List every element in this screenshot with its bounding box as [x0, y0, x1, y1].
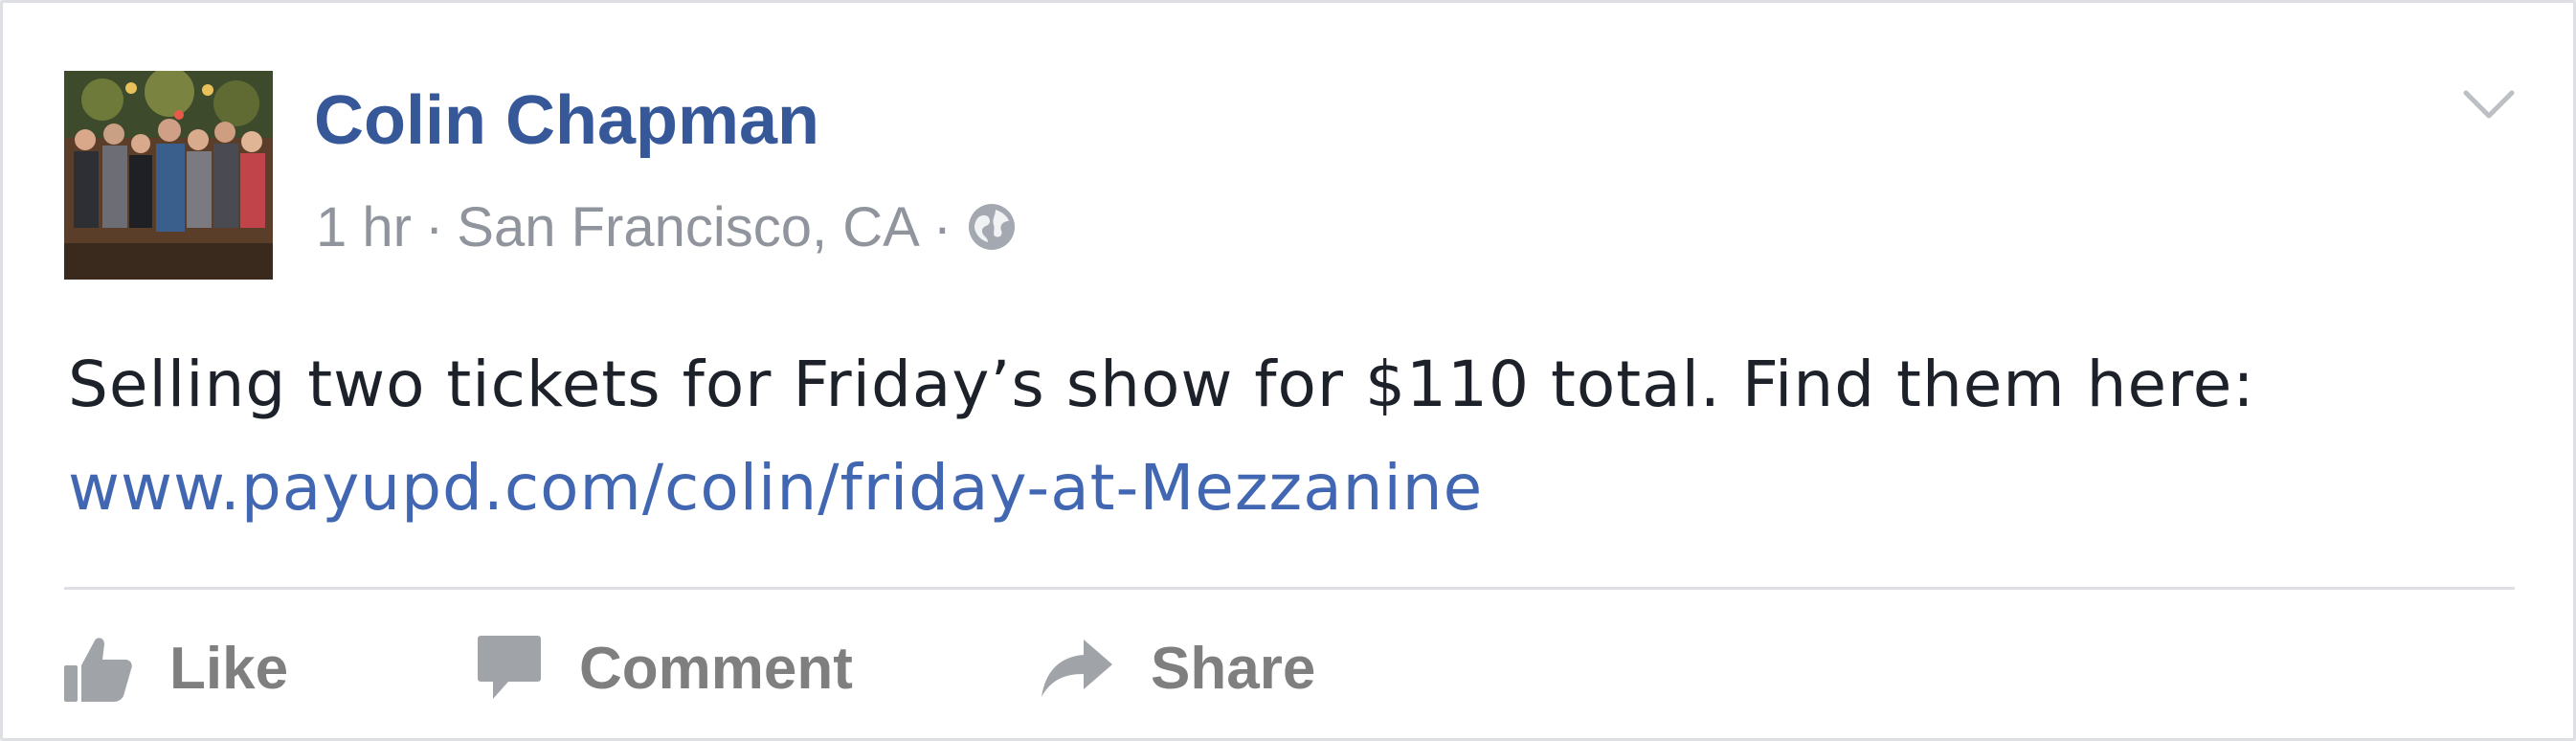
comment-icon: [476, 634, 543, 703]
like-label: Like: [169, 635, 289, 702]
post-card: Colin Chapman 1 hr · San Francisco, CA ·…: [0, 0, 2576, 741]
thumbs-up-icon: [62, 633, 133, 704]
post-meta: 1 hr · San Francisco, CA ·: [316, 187, 1017, 267]
action-bar: Like Comment Share: [3, 616, 2573, 721]
divider: [64, 587, 2515, 590]
post-link[interactable]: www.payupd.com/colin/friday-at-Mezzanine: [68, 451, 1483, 525]
avatar[interactable]: [64, 71, 273, 280]
post-text: Selling two tickets for Friday’s show fo…: [68, 333, 2270, 540]
globe-icon[interactable]: [967, 202, 1017, 252]
chevron-down-icon[interactable]: [2461, 85, 2517, 124]
comment-label: Comment: [579, 635, 853, 702]
meta-separator: ·: [932, 195, 952, 258]
share-label: Share: [1151, 635, 1316, 702]
share-button[interactable]: Share: [1040, 616, 1315, 721]
like-button[interactable]: Like: [62, 616, 288, 721]
author-name[interactable]: Colin Chapman: [314, 78, 819, 164]
post-timestamp[interactable]: 1 hr: [316, 195, 412, 259]
post-text-body: Selling two tickets for Friday’s show fo…: [68, 348, 2255, 421]
meta-separator: ·: [424, 195, 444, 258]
comment-button[interactable]: Comment: [476, 616, 853, 721]
post-location[interactable]: San Francisco, CA: [457, 195, 920, 259]
share-arrow-icon: [1040, 638, 1114, 699]
